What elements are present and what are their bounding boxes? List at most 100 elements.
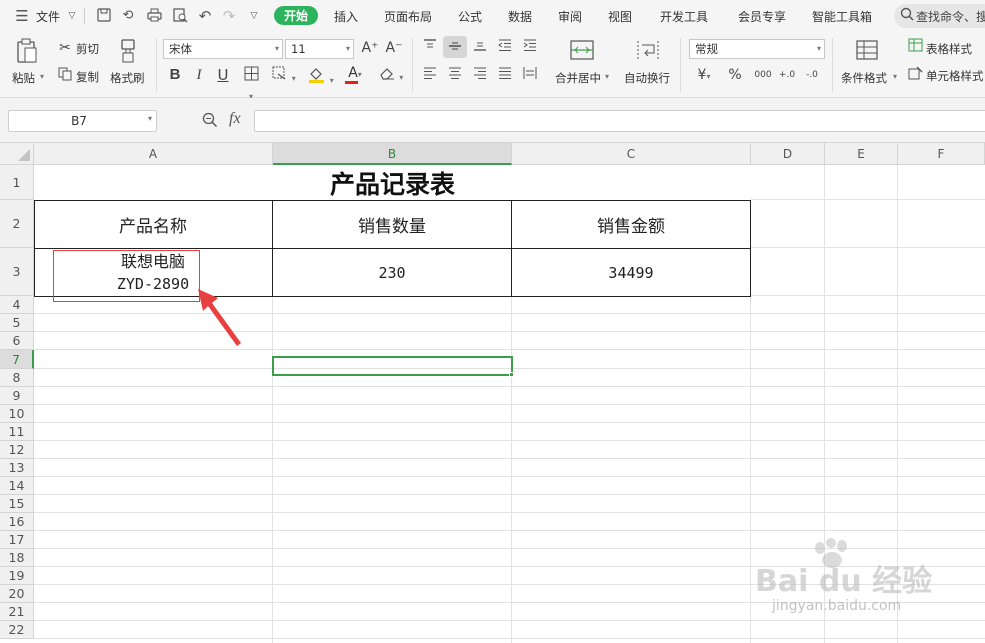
table-style-button[interactable]: 表格样式: [926, 41, 972, 57]
increase-decimal-icon[interactable]: +.0: [776, 66, 798, 84]
align-middle-icon[interactable]: [443, 36, 467, 58]
row-header-1[interactable]: 1: [0, 165, 34, 200]
justify-icon[interactable]: [495, 66, 515, 85]
percent-icon[interactable]: %: [726, 66, 744, 84]
merge-dropdown-icon[interactable]: ▾: [605, 72, 609, 81]
table-style-icon[interactable]: [906, 38, 924, 57]
format-painter-icon[interactable]: [118, 38, 140, 64]
wrap-text-button[interactable]: 自动换行: [624, 70, 670, 86]
increase-indent-icon[interactable]: [520, 38, 540, 57]
conditional-format-icon[interactable]: [856, 39, 880, 63]
format-painter-button[interactable]: 格式刷: [110, 70, 145, 86]
column-header-d[interactable]: D: [751, 143, 825, 165]
cell-style-icon[interactable]: [906, 66, 924, 85]
paste-button[interactable]: 粘贴: [12, 70, 35, 86]
header-sales-quantity[interactable]: 销售数量: [273, 201, 511, 248]
row-header-13[interactable]: 13: [0, 459, 34, 477]
row-header-16[interactable]: 16: [0, 513, 34, 531]
copy-button[interactable]: 复制: [76, 69, 99, 85]
row-header-11[interactable]: 11: [0, 423, 34, 441]
fill-handle[interactable]: [509, 372, 514, 377]
align-bottom-icon[interactable]: [470, 38, 490, 57]
name-box[interactable]: B7 ▾: [8, 110, 157, 132]
number-format-select[interactable]: 常规 ▾: [689, 39, 825, 59]
decrease-decimal-icon[interactable]: -.0: [801, 66, 823, 84]
cut-button[interactable]: 剪切: [76, 41, 99, 57]
fill-color-icon[interactable]: ▾: [308, 66, 334, 90]
save-icon[interactable]: [96, 8, 112, 24]
row-header-8[interactable]: 8: [0, 369, 34, 387]
tab-page-layout[interactable]: 页面布局: [384, 8, 432, 25]
print-icon[interactable]: [146, 8, 162, 24]
tab-developer[interactable]: 开发工具: [660, 8, 708, 25]
formula-input[interactable]: [254, 110, 985, 132]
font-name-select[interactable]: 宋体 ▾: [163, 39, 283, 59]
file-menu[interactable]: 文件: [36, 8, 60, 25]
row-header-21[interactable]: 21: [0, 603, 34, 621]
grow-font-icon[interactable]: A⁺: [360, 39, 380, 57]
print-preview-icon[interactable]: [172, 8, 188, 24]
column-header-a[interactable]: A: [34, 143, 273, 165]
align-right-icon[interactable]: [470, 66, 490, 85]
decrease-indent-icon[interactable]: [495, 38, 515, 57]
tab-home[interactable]: 开始: [274, 6, 319, 25]
zoom-function-icon[interactable]: [202, 112, 218, 131]
search-box[interactable]: 查找命令、搜: [894, 4, 985, 28]
copy-icon[interactable]: [56, 67, 74, 86]
align-left-icon[interactable]: [420, 66, 440, 85]
row-header-3[interactable]: 3: [0, 248, 34, 296]
conditional-format-button[interactable]: 条件格式: [841, 70, 887, 86]
currency-icon[interactable]: ¥▾: [693, 66, 715, 86]
selected-cell-b7[interactable]: [272, 356, 513, 376]
row-header-15[interactable]: 15: [0, 495, 34, 513]
cell-sales-amount[interactable]: 34499: [512, 249, 750, 296]
column-header-e[interactable]: E: [825, 143, 898, 165]
chevron-down-icon[interactable]: ▽: [64, 8, 80, 24]
tab-insert[interactable]: 插入: [334, 8, 358, 25]
font-color-icon[interactable]: A▾: [343, 64, 367, 84]
tab-view[interactable]: 视图: [608, 8, 632, 25]
tab-data[interactable]: 数据: [508, 8, 532, 25]
row-header-12[interactable]: 12: [0, 441, 34, 459]
row-header-2[interactable]: 2: [0, 200, 34, 248]
align-top-icon[interactable]: [420, 38, 440, 57]
row-header-19[interactable]: 19: [0, 567, 34, 585]
tab-formulas[interactable]: 公式: [458, 8, 482, 25]
row-header-9[interactable]: 9: [0, 387, 34, 405]
align-center-icon[interactable]: [445, 66, 465, 85]
row-header-17[interactable]: 17: [0, 531, 34, 549]
tab-smart-toolbox[interactable]: 智能工具箱: [812, 8, 872, 25]
column-header-b[interactable]: B: [273, 143, 512, 165]
header-product-name[interactable]: 产品名称: [34, 201, 272, 248]
row-header-18[interactable]: 18: [0, 549, 34, 567]
row-header-20[interactable]: 20: [0, 585, 34, 603]
thousands-separator-icon[interactable]: 000: [752, 66, 774, 84]
eraser-icon[interactable]: ▾: [378, 66, 404, 87]
hamburger-menu-icon[interactable]: ☰: [14, 8, 30, 24]
merge-center-icon[interactable]: [570, 39, 596, 63]
row-header-22[interactable]: 22: [0, 621, 34, 639]
row-header-5[interactable]: 5: [0, 314, 34, 332]
quick-access-more-icon[interactable]: ▽: [246, 8, 262, 24]
header-sales-amount[interactable]: 销售金额: [512, 201, 750, 248]
shrink-font-icon[interactable]: A⁻: [384, 39, 404, 57]
fill-pattern-icon[interactable]: ▾: [272, 66, 296, 88]
row-header-14[interactable]: 14: [0, 477, 34, 495]
cell-sales-quantity[interactable]: 230: [273, 249, 511, 296]
scissors-icon[interactable]: ✂: [56, 39, 74, 57]
redo-icon[interactable]: ↷: [221, 8, 237, 24]
row-header-7[interactable]: 7: [0, 350, 34, 369]
undo-icon[interactable]: ↶: [197, 8, 213, 24]
cell-style-button[interactable]: 单元格样式: [926, 68, 984, 84]
bold-button[interactable]: B: [166, 66, 184, 84]
distributed-align-icon[interactable]: [520, 66, 540, 85]
row-header-4[interactable]: 4: [0, 296, 34, 314]
wrap-text-icon[interactable]: [636, 39, 662, 63]
fx-icon[interactable]: fx: [229, 110, 241, 128]
column-header-c[interactable]: C: [512, 143, 751, 165]
paste-icon[interactable]: [16, 38, 40, 64]
underline-button[interactable]: U: [214, 66, 232, 84]
merge-center-button[interactable]: 合并居中: [555, 70, 601, 86]
italic-button[interactable]: I: [190, 66, 208, 84]
row-header-10[interactable]: 10: [0, 405, 34, 423]
